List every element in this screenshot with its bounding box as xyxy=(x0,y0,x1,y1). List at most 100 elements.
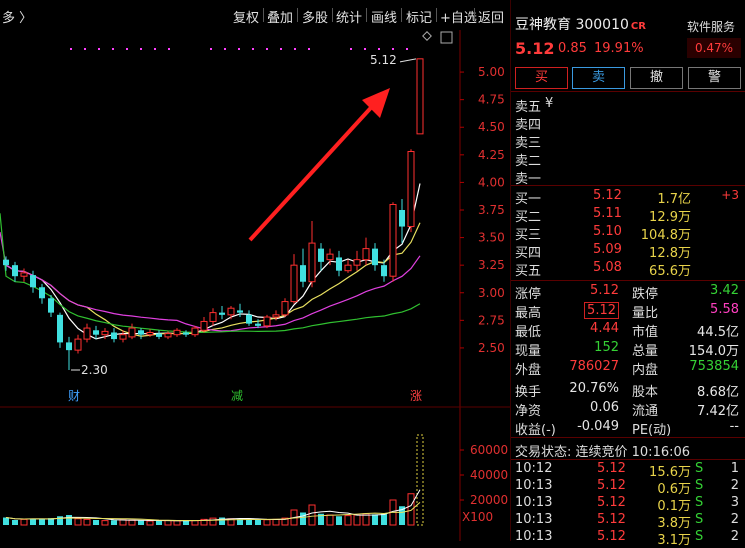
tick-price: 5.12 xyxy=(597,529,626,544)
trend-arrow-shaft xyxy=(248,98,380,242)
volume-bar xyxy=(20,518,28,526)
bid-row[interactable]: 买二 5.11 12.9万 xyxy=(515,206,743,225)
ask-extra: ¥ xyxy=(545,96,554,111)
mark-button[interactable]: 标记 xyxy=(406,7,432,26)
bid-row[interactable]: 买五 5.08 65.6万 xyxy=(515,260,743,279)
trade-status: 交易状态: 连续竞价 10:16:06 xyxy=(515,445,691,460)
price-tick-label: 4.25 xyxy=(478,148,505,162)
volume-unit-label: X100 xyxy=(462,510,493,524)
marker-dot xyxy=(378,48,380,50)
buy-button[interactable]: 买 xyxy=(515,67,568,89)
price-tick-label: 3.50 xyxy=(478,231,505,245)
overlay-button[interactable]: 叠加 xyxy=(267,7,293,26)
tick-side: S xyxy=(695,495,704,510)
sell-button[interactable]: 卖 xyxy=(572,67,625,89)
volume-bar xyxy=(57,516,63,525)
marker-dot xyxy=(294,48,296,50)
marker-dot xyxy=(168,48,170,50)
bid-label: 买三 xyxy=(515,228,542,243)
candle-body xyxy=(237,310,243,313)
statistics-button[interactable]: 统计 xyxy=(336,7,362,26)
stat-label: 换手 xyxy=(515,385,542,400)
quote-panel: 豆神教育 300010 CR 5.12 0.85 19.91% 软件服务 0.47… xyxy=(510,0,745,548)
period-selector[interactable]: 多 〉 xyxy=(2,7,32,26)
bid-row[interactable]: 买一 5.12 1.7亿 +3 xyxy=(515,188,743,207)
volume-bar xyxy=(381,513,387,525)
stat-value: 5.12 xyxy=(590,283,619,298)
candle-body xyxy=(57,314,63,343)
volume-tick-label: 60000 xyxy=(470,443,508,457)
ask-label: 卖三 xyxy=(515,136,542,151)
marker-dot xyxy=(98,48,100,50)
marker-dot xyxy=(406,48,408,50)
candle-body xyxy=(20,272,28,277)
bid-price: 5.11 xyxy=(593,206,622,221)
stat-value: -- xyxy=(729,419,739,434)
ask-row[interactable]: 卖三 xyxy=(515,132,743,151)
marker-dot xyxy=(210,48,212,50)
volume-bar xyxy=(101,520,109,526)
candle-body xyxy=(344,264,352,272)
current-price: 5.12 xyxy=(515,39,555,58)
restore-rights-button[interactable]: 复权 xyxy=(233,7,259,26)
volume-bar xyxy=(156,520,162,525)
ask-label: 卖二 xyxy=(515,154,542,169)
marker-dot xyxy=(224,48,226,50)
ask-row[interactable]: 卖二 xyxy=(515,150,743,169)
marker-dot xyxy=(252,48,254,50)
draw-line-button[interactable]: 画线 xyxy=(371,7,397,26)
stat-label: 内盘 xyxy=(632,363,659,378)
tick-time: 10:12 xyxy=(515,461,553,476)
marker-dot xyxy=(280,48,282,50)
bid-volume: 1.7亿 xyxy=(657,192,691,207)
tick-time: 10:13 xyxy=(515,512,553,527)
stat-value: 8.68亿 xyxy=(697,385,739,400)
candle-body xyxy=(101,330,109,336)
marker-dot xyxy=(112,48,114,50)
stat-label: 外盘 xyxy=(515,363,542,378)
stat-value: 154.0万 xyxy=(688,344,739,359)
candle-body xyxy=(372,248,378,266)
volume-bar xyxy=(407,493,415,526)
stat-row: 现量 152 总量 154.0万 xyxy=(515,340,743,359)
ask-row[interactable]: 卖四 xyxy=(515,114,743,133)
candle-body xyxy=(353,259,361,266)
candle-body xyxy=(272,314,280,318)
tick-side: S xyxy=(695,478,704,493)
cancel-order-button[interactable]: 撤 xyxy=(630,67,683,89)
candle-body xyxy=(119,334,127,340)
bid-label: 买一 xyxy=(515,192,542,207)
event-marker: 涨 xyxy=(410,388,422,403)
stat-label: 涨停 xyxy=(515,287,542,302)
volume-bar xyxy=(83,518,91,526)
bid-row[interactable]: 买四 5.09 12.8万 xyxy=(515,242,743,261)
bid-row[interactable]: 买三 5.10 104.8万 xyxy=(515,224,743,243)
tick-row[interactable]: 10:13 5.12 3.1万 S 2 xyxy=(515,529,743,548)
add-watchlist-button[interactable]: +自选 xyxy=(440,7,477,26)
event-marker: 财 xyxy=(68,389,80,403)
candle-body xyxy=(255,323,261,326)
tick-count: 2 xyxy=(730,512,739,527)
volume-bar xyxy=(12,520,18,525)
volume-bar xyxy=(372,514,378,525)
stat-label: 净资 xyxy=(515,404,542,419)
price-tick-label: 2.50 xyxy=(478,341,505,355)
candle-body xyxy=(263,316,271,327)
back-button[interactable]: 返回 xyxy=(478,7,504,26)
marker-dot xyxy=(392,48,394,50)
kline-chart[interactable]: 5.00 4.75 4.50 4.25 4.00 3.75 3.50 3.25 3.00 2.75… xyxy=(0,30,510,541)
alert-button[interactable]: 警 xyxy=(688,67,741,89)
volume-tick-label: 40000 xyxy=(470,468,508,482)
ask-row[interactable]: 卖五 ¥ xyxy=(515,96,743,115)
marker-dot xyxy=(84,48,86,50)
candle-body xyxy=(66,342,72,351)
volume-bar xyxy=(336,516,342,525)
collapse-box-icon xyxy=(440,31,453,44)
multi-stock-button[interactable]: 多股 xyxy=(302,7,328,26)
sector-label[interactable]: 软件服务 xyxy=(687,18,735,35)
price-tick-label: 5.00 xyxy=(478,65,505,79)
candle-body xyxy=(156,333,162,337)
diamond-marker xyxy=(422,31,432,41)
volume-bar xyxy=(353,514,361,526)
volume-bar xyxy=(138,520,144,525)
